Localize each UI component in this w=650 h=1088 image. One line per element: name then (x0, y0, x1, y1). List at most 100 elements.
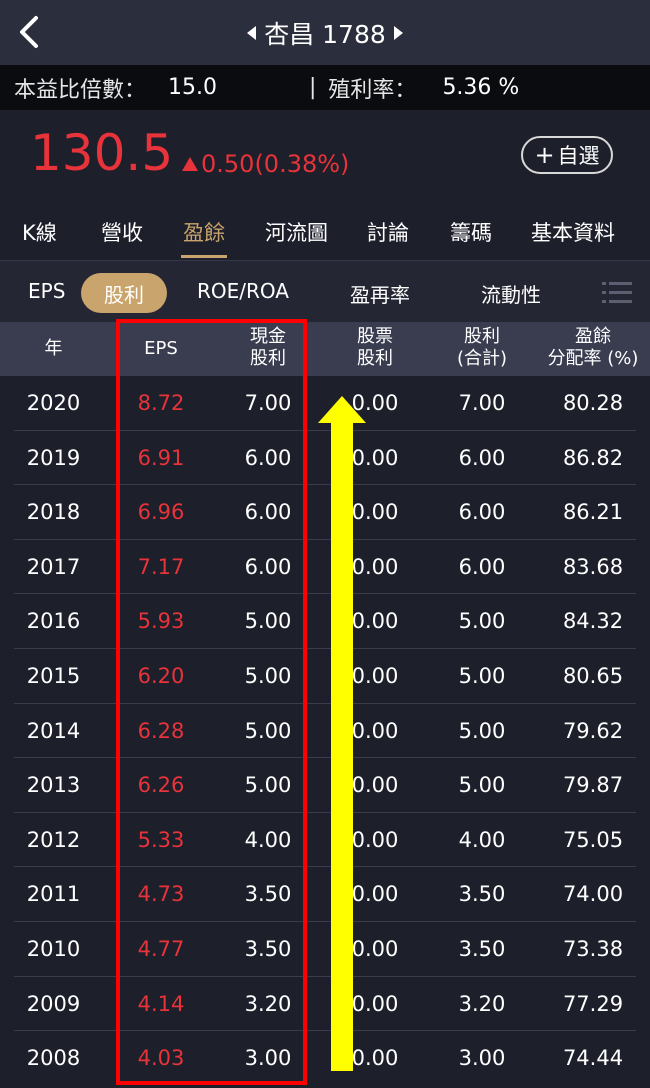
total-dividend-cell: 3.50 (458, 937, 506, 961)
back-arrow-icon[interactable] (14, 14, 44, 50)
tab-basic-info[interactable]: 基本資料 (531, 217, 615, 247)
tab-kline[interactable]: K線 (22, 217, 57, 247)
eps-cell: 5.93 (137, 609, 185, 634)
pe-value: 15.0 (168, 75, 217, 100)
year-cell: 2013 (26, 773, 81, 798)
year-cell: 2016 (26, 609, 81, 634)
table-row: 2019 6.91 6.00 0.00 6.00 86.82 (0, 431, 650, 486)
cash-dividend-cell: 5.00 (244, 609, 292, 634)
year-cell: 2018 (26, 500, 81, 525)
year-cell: 2017 (26, 554, 81, 579)
menu-list-icon[interactable] (602, 281, 632, 305)
year-cell: 2020 (26, 391, 81, 415)
tab-river-chart[interactable]: 河流圖 (265, 217, 328, 247)
up-triangle-icon (182, 157, 198, 171)
payout-ratio-cell: 74.00 (562, 882, 624, 907)
tab-discussion[interactable]: 討論 (367, 217, 409, 247)
cash-dividend-cell: 5.00 (244, 773, 292, 798)
col-cash-dividend: 現金 股利 (215, 326, 321, 370)
table-row: 2016 5.93 5.00 0.00 5.00 84.32 (0, 594, 650, 649)
active-tab-underline (181, 255, 227, 258)
col-eps: EPS (144, 338, 178, 359)
col-stock-dividend-line2: 股利 (357, 348, 393, 369)
total-dividend-cell: 5.00 (458, 664, 506, 688)
eps-cell: 6.96 (137, 500, 185, 525)
table-row: 2018 6.96 6.00 0.00 6.00 86.21 (0, 485, 650, 540)
plus-icon: + (534, 141, 555, 169)
payout-ratio-cell: 75.05 (562, 827, 624, 852)
cash-dividend-cell: 3.50 (244, 937, 292, 961)
cash-dividend-cell: 3.00 (244, 1046, 292, 1071)
col-payout-ratio-line2: 分配率 (%) (547, 348, 639, 369)
table-row: 2011 4.73 3.50 0.00 3.50 74.00 (0, 867, 650, 922)
subtab-roe-roa[interactable]: ROE/ROA (197, 279, 289, 303)
total-dividend-cell: 5.00 (458, 773, 506, 798)
top-header: 杏昌 1788 (0, 0, 650, 65)
tab-earnings[interactable]: 盈餘 (183, 217, 225, 247)
add-watchlist-button[interactable]: + 自選 (521, 136, 613, 174)
payout-ratio-cell: 84.32 (562, 609, 624, 634)
yield-value: 5.36 % (442, 75, 520, 100)
total-dividend-cell: 3.00 (458, 1046, 506, 1071)
sub-tabs: EPS 股利 ROE/ROA 盈再率 流動性 (0, 260, 650, 323)
table-row: 2012 5.33 4.00 0.00 4.00 75.05 (0, 813, 650, 868)
year-cell: 2014 (26, 718, 81, 743)
table-row: 2008 4.03 3.00 0.00 3.00 74.44 (0, 1031, 650, 1086)
subtab-reinvestment-rate[interactable]: 盈再率 (350, 279, 410, 308)
payout-ratio-cell: 74.44 (562, 1046, 624, 1071)
quote-area: 130.5 0.50(0.38%) + 自選 (0, 110, 650, 205)
pe-label: 本益比倍數： (14, 77, 147, 103)
eps-cell: 4.03 (137, 1046, 185, 1071)
col-total-dividend: 股利 (合計) (429, 326, 535, 370)
price-change-value: 0.50(0.38%) (201, 150, 350, 178)
year-cell: 2009 (26, 991, 81, 1016)
eps-cell: 6.26 (137, 773, 185, 798)
yield-label: 殖利率： (328, 77, 417, 103)
total-dividend-cell: 7.00 (458, 391, 506, 415)
subtab-dividend[interactable]: 股利 (81, 273, 167, 313)
cash-dividend-cell: 5.00 (244, 664, 292, 688)
col-year: 年 (44, 338, 63, 359)
eps-cell: 8.72 (137, 391, 185, 415)
stock-price: 130.5 (30, 124, 174, 182)
eps-cell: 6.28 (137, 718, 185, 743)
cash-dividend-cell: 3.50 (244, 882, 292, 907)
table-row: 2009 4.14 3.20 0.00 3.20 77.29 (0, 977, 650, 1032)
col-cash-dividend-line1: 現金 (250, 326, 286, 347)
total-dividend-cell: 6.00 (458, 445, 506, 470)
table-row: 2014 6.28 5.00 0.00 5.00 79.62 (0, 704, 650, 759)
payout-ratio-cell: 86.21 (562, 500, 624, 525)
tab-chips[interactable]: 籌碼 (450, 217, 492, 247)
col-total-dividend-line2: (合計) (456, 348, 508, 369)
cash-dividend-cell: 3.20 (244, 991, 292, 1016)
total-dividend-cell: 6.00 (458, 554, 506, 579)
prev-stock-icon[interactable] (247, 25, 257, 40)
payout-ratio-cell: 77.29 (562, 991, 624, 1016)
table-row: 2010 4.77 3.50 0.00 3.50 73.38 (0, 922, 650, 977)
eps-cell: 5.33 (137, 827, 185, 852)
year-cell: 2008 (26, 1046, 81, 1071)
year-cell: 2012 (26, 827, 81, 852)
ratio-bar: 本益比倍數： 15.0 | 殖利率： 5.36 % (0, 65, 650, 110)
main-tabs: K線 營收 盈餘 河流圖 討論 籌碼 基本資料 (0, 205, 650, 260)
table-row: 2017 7.17 6.00 0.00 6.00 83.68 (0, 540, 650, 595)
eps-cell: 4.73 (137, 882, 185, 907)
eps-cell: 4.14 (137, 991, 185, 1016)
stock-title-wrap: 杏昌 1788 (247, 15, 403, 51)
total-dividend-cell: 3.20 (458, 991, 506, 1016)
total-dividend-cell: 4.00 (458, 827, 506, 852)
total-dividend-cell: 3.50 (458, 882, 506, 907)
subtab-liquidity[interactable]: 流動性 (481, 279, 541, 308)
col-payout-ratio-line1: 盈餘 (575, 326, 611, 347)
tab-revenue[interactable]: 營收 (101, 217, 143, 247)
col-cash-dividend-line2: 股利 (250, 348, 286, 369)
eps-cell: 6.91 (137, 445, 185, 470)
payout-ratio-cell: 83.68 (562, 554, 624, 579)
stock-title: 杏昌 1788 (264, 19, 386, 49)
next-stock-icon[interactable] (393, 25, 403, 40)
total-dividend-cell: 6.00 (458, 500, 506, 525)
subtab-eps[interactable]: EPS (28, 279, 65, 303)
payout-ratio-cell: 79.87 (562, 773, 624, 798)
cash-dividend-cell: 7.00 (244, 391, 292, 415)
cash-dividend-cell: 4.00 (244, 827, 292, 852)
